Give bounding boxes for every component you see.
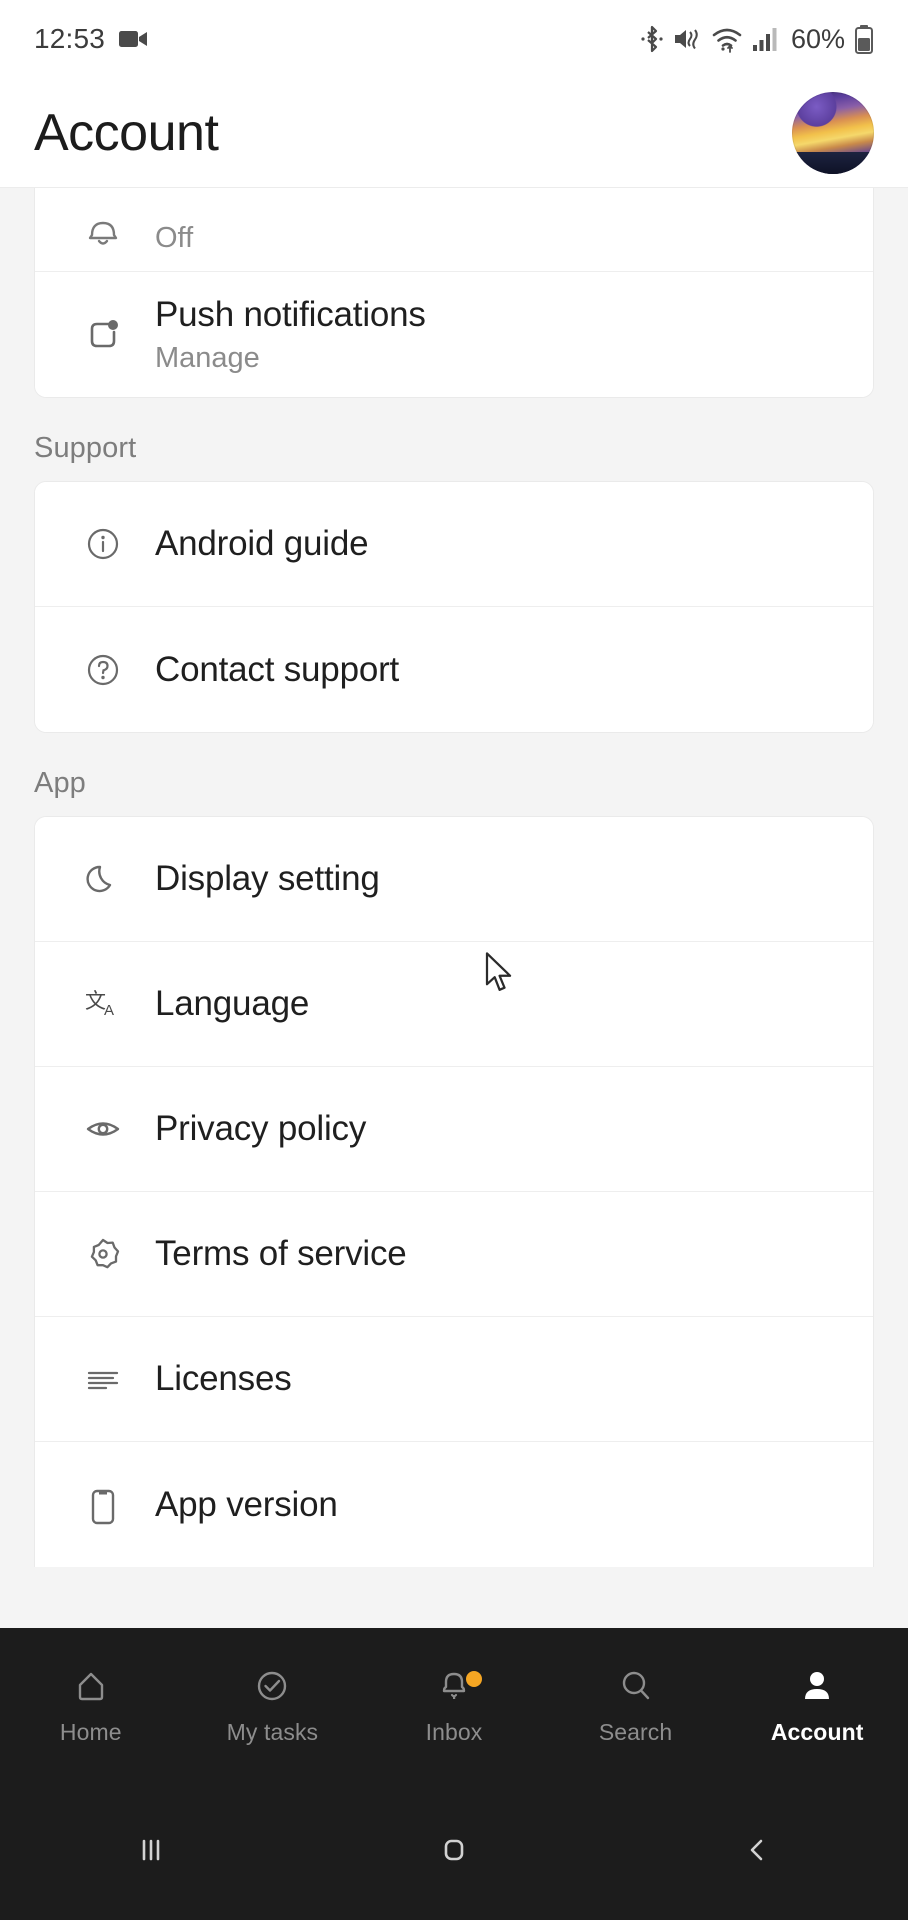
translate-icon: 文 A xyxy=(65,981,141,1027)
status-bar-left: 12:53 xyxy=(34,23,149,55)
moon-icon xyxy=(65,856,141,902)
back-button[interactable] xyxy=(605,1828,908,1872)
list-item-text: App version xyxy=(141,1484,338,1525)
back-chevron-icon xyxy=(750,1839,762,1861)
recents-button[interactable] xyxy=(0,1828,303,1872)
list-item-licenses[interactable]: Licenses xyxy=(35,1317,873,1442)
svg-text:文: 文 xyxy=(85,989,106,1013)
nav-item-account[interactable]: Account xyxy=(726,1663,908,1746)
home-icon xyxy=(78,1672,103,1700)
nav-item-search[interactable]: Search xyxy=(545,1663,727,1746)
search-icon xyxy=(622,1671,649,1699)
section-label-support: Support xyxy=(34,432,137,464)
wifi-icon xyxy=(712,28,742,53)
list-item-title: App version xyxy=(155,1484,338,1524)
nav-item-inbox[interactable]: Inbox xyxy=(363,1663,545,1746)
status-bar-right: 60% xyxy=(641,24,874,55)
svg-text:A: A xyxy=(104,1002,114,1019)
list-item-text: Privacy policy xyxy=(141,1108,366,1149)
nav-label: Account xyxy=(770,1718,864,1745)
list-item-subtitle: Off xyxy=(155,222,194,254)
list-item-title: Contact support xyxy=(155,649,400,689)
nav-item-home[interactable]: Home xyxy=(0,1663,182,1746)
list-item-text: Off xyxy=(141,222,193,257)
cellular-signal-icon xyxy=(752,28,777,51)
list-item-text: Push notifications Manage xyxy=(141,294,426,375)
list-item-contact-support[interactable]: Contact support xyxy=(35,607,873,732)
list-item-title: Privacy policy xyxy=(155,1109,367,1149)
list-item-text: Terms of service xyxy=(141,1233,407,1274)
bell-icon xyxy=(65,205,141,257)
list-item-display-setting[interactable]: Display setting xyxy=(35,817,873,942)
app-card: Display setting 文 A Language Privacy pol… xyxy=(34,816,874,1567)
person-icon xyxy=(805,1671,830,1699)
status-bar: 12:53 60% xyxy=(0,0,908,78)
phone-screen: 12:53 60% Account Off Push notifications… xyxy=(0,0,908,1920)
list-item-title: Display setting xyxy=(155,859,380,899)
nav-label: My tasks xyxy=(226,1718,319,1745)
video-recording-icon xyxy=(119,31,148,47)
bottom-navigation: Home My tasks Inbox Search Account xyxy=(0,1628,908,1780)
list-item-push-notifications[interactable]: Push notifications Manage xyxy=(35,272,873,397)
recents-icon xyxy=(143,1839,160,1861)
list-item-text: Licenses xyxy=(141,1358,292,1399)
eye-icon xyxy=(65,1106,141,1152)
list-item-android-guide[interactable]: Android guide xyxy=(35,482,873,607)
home-button[interactable] xyxy=(303,1828,606,1872)
list-item-title: Android guide xyxy=(155,524,369,564)
list-item-title: Language xyxy=(155,984,310,1024)
avatar[interactable] xyxy=(792,91,874,174)
list-item-language[interactable]: 文 A Language xyxy=(35,942,873,1067)
list-item-text: Language xyxy=(141,983,309,1024)
page-header: Account xyxy=(0,78,908,188)
list-item-terms-of-service[interactable]: Terms of service xyxy=(35,1192,873,1317)
question-circle-icon xyxy=(65,647,141,693)
gear-icon xyxy=(65,1231,141,1277)
android-system-nav xyxy=(0,1780,908,1920)
battery-percent-label: 60% xyxy=(790,23,845,54)
info-circle-icon xyxy=(65,521,141,567)
list-item-text: Display setting xyxy=(141,858,380,899)
push-notification-icon xyxy=(65,312,141,358)
list-item-title: Licenses xyxy=(155,1359,292,1399)
list-item-title: Terms of service xyxy=(155,1234,407,1274)
section-label-app: App xyxy=(34,767,86,799)
settings-scroll-area[interactable]: Off Push notifications Manage Support An… xyxy=(0,188,908,1628)
nav-item-my-tasks[interactable]: My tasks xyxy=(182,1663,364,1746)
list-item-subtitle: Manage xyxy=(155,342,260,375)
mute-vibrate-icon xyxy=(674,29,698,50)
support-card: Android guide Contact support xyxy=(34,481,874,733)
nav-label: Home xyxy=(59,1718,122,1745)
nav-label: Search xyxy=(598,1718,673,1745)
list-item-app-version[interactable]: App version xyxy=(35,1442,873,1567)
list-item-privacy-policy[interactable]: Privacy policy xyxy=(35,1067,873,1192)
phone-icon xyxy=(65,1482,141,1528)
bluetooth-icon xyxy=(641,25,663,53)
list-item-text: Contact support xyxy=(141,649,399,690)
page-title: Account xyxy=(34,103,219,162)
list-item-title: Push notifications xyxy=(155,294,426,334)
battery-icon xyxy=(855,25,873,54)
list-item-notification-off[interactable]: Off xyxy=(35,188,873,272)
list-item-text: Android guide xyxy=(141,523,369,564)
check-circle-icon xyxy=(258,1671,287,1700)
status-bar-clock: 12:53 xyxy=(34,23,106,54)
home-square-icon xyxy=(444,1839,464,1861)
nav-label: Inbox xyxy=(425,1718,483,1745)
text-lines-icon xyxy=(65,1356,141,1402)
notifications-card: Off Push notifications Manage xyxy=(34,188,874,398)
inbox-notification-badge xyxy=(465,1670,482,1687)
